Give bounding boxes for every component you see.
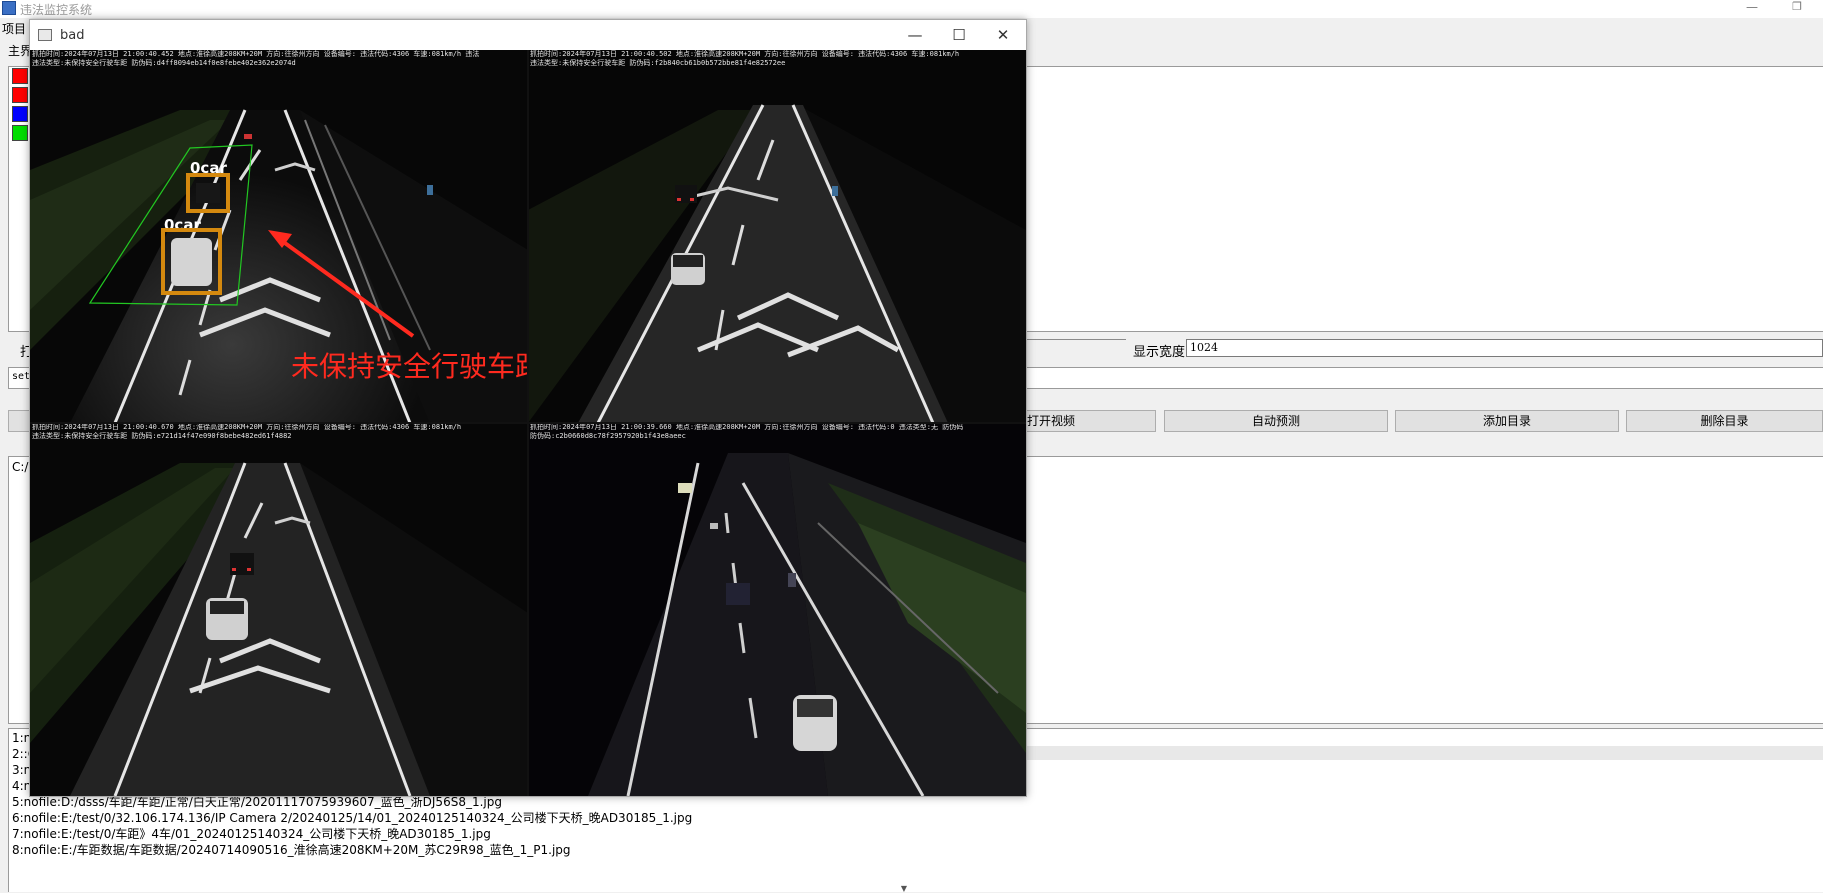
list-item[interactable]: 8:nofile:E:/车距数据/车距数据/20240714090516_淮徐高… (12, 842, 692, 858)
color-swatch-red-2[interactable] (12, 87, 28, 103)
toolbar-divider (1026, 339, 1126, 340)
camera-view-4[interactable]: 抓拍时间:2024年07月13日 21:00:39.660 地点:淮徐高速208… (528, 423, 1026, 796)
main-minimize-button[interactable]: — (1740, 0, 1764, 14)
directory-path[interactable]: C:/ (12, 460, 28, 474)
open-video-label: 打开视频 (1027, 414, 1076, 428)
camera-4-osd-line-2: 防伪码:c2b0660d8c78f2957920b1f43e8aeec (530, 432, 686, 440)
camera-view-1[interactable]: 抓拍时间:2024年07月13日 21:00:40.452 地点:淮徐高速208… (30, 50, 528, 423)
camera-view-2[interactable]: 抓拍时间:2024年07月13日 21:00:40.502 地点:淮徐高速208… (528, 50, 1026, 423)
main-window-title: 违法监控系统 (20, 3, 93, 17)
list-item[interactable]: 6:nofile:E:/test/0/32.106.174.136/IP Cam… (12, 810, 692, 826)
color-swatch-green[interactable] (12, 125, 28, 141)
app-icon (2, 1, 16, 15)
display-width-input[interactable]: 1024 (1186, 339, 1823, 357)
menu-item-project[interactable]: 项目 (2, 20, 26, 37)
display-width-label: 显示宽度 (1133, 345, 1186, 360)
video-window-titlebar[interactable]: bad — ☐ ✕ (30, 20, 1026, 50)
add-directory-button[interactable]: 添加目录 (1395, 410, 1619, 432)
settings-field-text: set (12, 371, 31, 382)
video-window-title: bad (60, 28, 85, 43)
camera-2-scene (528, 50, 1026, 423)
camera-2-osd-line-2: 违法类型:未保持安全行驶车距 防伪码:f2b840cb61b0b572bbe81… (530, 59, 786, 67)
color-swatch-red-1[interactable] (12, 68, 28, 84)
camera-3-osd-line-2: 违法类型:未保持安全行驶车距 防伪码:e721d14f47e090f8bebe4… (32, 432, 292, 440)
camera-view-3[interactable]: 抓拍时间:2024年07月13日 21:00:40.670 地点:淮徐高速208… (30, 423, 528, 796)
close-button[interactable]: ✕ (988, 24, 1018, 46)
main-titlebar: 违法监控系统 — ❐ (0, 0, 1823, 18)
list-item[interactable]: 7:nofile:E:/test/0/车距》4车/01_202401251403… (12, 826, 692, 842)
camera-3-scene (30, 423, 528, 796)
camera-4-osd: 抓拍时间:2024年07月13日 21:00:39.660 地点:淮徐高速208… (530, 423, 963, 441)
color-swatch-blue[interactable] (12, 106, 28, 122)
grid-divider-horizontal (30, 422, 1026, 424)
maximize-button[interactable]: ☐ (944, 24, 974, 46)
window-icon (38, 29, 52, 41)
camera-2-osd: 抓拍时间:2024年07月13日 21:00:40.502 地点:淮徐高速208… (530, 50, 959, 68)
video-window: bad — ☐ ✕ 抓拍时间:2024年07月13日 21:00:40.452 … (29, 19, 1027, 797)
camera-3-osd-line-1: 抓拍时间:2024年07月13日 21:00:40.670 地点:淮徐高速208… (32, 423, 462, 431)
camera-3-osd: 抓拍时间:2024年07月13日 21:00:40.670 地点:淮徐高速208… (32, 423, 461, 441)
violation-alert-text: 未保持安全行驶车距 (291, 350, 528, 383)
minimize-button[interactable]: — (900, 24, 930, 46)
delete-directory-button[interactable]: 删除目录 (1626, 410, 1823, 432)
camera-4-scene (528, 423, 1026, 796)
file-list-highlight-row (1026, 746, 1823, 760)
video-grid: 抓拍时间:2024年07月13日 21:00:40.452 地点:淮徐高速208… (30, 50, 1026, 796)
scroll-down-icon[interactable]: ▼ (896, 884, 912, 893)
main-restore-button[interactable]: ❐ (1785, 0, 1809, 14)
camera-4-osd-line-1: 抓拍时间:2024年07月13日 21:00:39.660 地点:淮徐高速208… (530, 423, 964, 431)
camera-2-osd-line-1: 抓拍时间:2024年07月13日 21:00:40.502 地点:淮徐高速208… (530, 50, 960, 58)
auto-predict-button[interactable]: 自动预测 (1164, 410, 1388, 432)
